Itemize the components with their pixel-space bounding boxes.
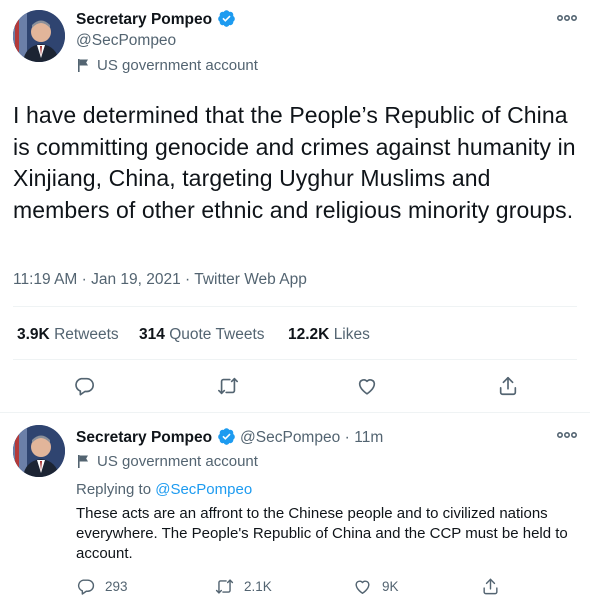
quote-tweets-stat[interactable]: 314 Quote Tweets [139, 326, 265, 344]
share-button[interactable] [481, 577, 500, 596]
quote-count: 314 [139, 326, 165, 343]
retweets-count: 3.9K [17, 326, 50, 343]
replying-prefix: Replying to [76, 481, 152, 498]
reply-gov-account-text: US government account [97, 453, 258, 470]
retweet-count: 2.1K [244, 579, 272, 594]
flag-icon [78, 455, 88, 468]
more-options-icon[interactable] [556, 430, 578, 440]
share-icon[interactable] [497, 375, 519, 397]
share-icon [483, 578, 498, 595]
tweet-timestamp[interactable]: 11:19 AM · Jan 19, 2021 · Twitter Web Ap… [13, 271, 307, 289]
divider [13, 359, 577, 360]
retweets-label: Retweets [54, 326, 119, 343]
likes-stat[interactable]: 12.2K Likes [288, 326, 370, 344]
retweet-icon[interactable] [217, 375, 239, 397]
author-handle[interactable]: @SecPompeo [76, 32, 176, 50]
reply-author-name[interactable]: Secretary Pompeo [76, 429, 212, 446]
reply-gov-account-label: US government account [77, 453, 258, 470]
reply-text: These acts are an affront to the Chinese… [76, 505, 568, 562]
author-row: Secretary Pompeo [76, 9, 236, 29]
reply-count: 293 [105, 579, 128, 594]
retweets-stat[interactable]: 3.9K Retweets [17, 326, 119, 344]
like-icon[interactable] [356, 375, 378, 397]
like-button[interactable]: 9K [353, 577, 399, 596]
divider [13, 306, 577, 307]
reply-button[interactable]: 293 [76, 577, 128, 596]
divider [0, 412, 590, 413]
gov-account-label: US government account [77, 57, 258, 74]
reply-icon[interactable] [73, 375, 95, 397]
reply-time[interactable]: 11m [354, 429, 383, 446]
reply-avatar[interactable] [13, 425, 65, 477]
likes-label: Likes [333, 326, 370, 343]
like-count: 9K [382, 579, 399, 594]
like-icon [355, 580, 370, 594]
flag-icon [78, 59, 88, 72]
avatar[interactable] [13, 10, 65, 62]
verified-badge-icon [217, 428, 235, 445]
reply-icon [77, 579, 95, 595]
replying-to: Replying to @SecPompeo [76, 481, 252, 498]
retweet-button[interactable]: 2.1K [215, 577, 272, 596]
retweet-icon [215, 579, 234, 594]
more-options-icon[interactable] [556, 13, 578, 23]
likes-count: 12.2K [288, 326, 330, 343]
verified-badge-icon [217, 10, 235, 27]
reply-author-row: Secretary Pompeo @SecPompeo · 11m [76, 427, 383, 447]
reply-author-handle[interactable]: @SecPompeo [240, 429, 340, 446]
dot-separator: · [344, 429, 350, 446]
replying-to-link[interactable]: @SecPompeo [155, 481, 252, 498]
quote-label: Quote Tweets [169, 326, 265, 343]
tweet-text: I have determined that the People’s Repu… [13, 102, 576, 223]
gov-account-text: US government account [97, 57, 258, 74]
author-name[interactable]: Secretary Pompeo [76, 11, 212, 28]
avatar-image [13, 425, 65, 477]
avatar-image [13, 10, 65, 62]
